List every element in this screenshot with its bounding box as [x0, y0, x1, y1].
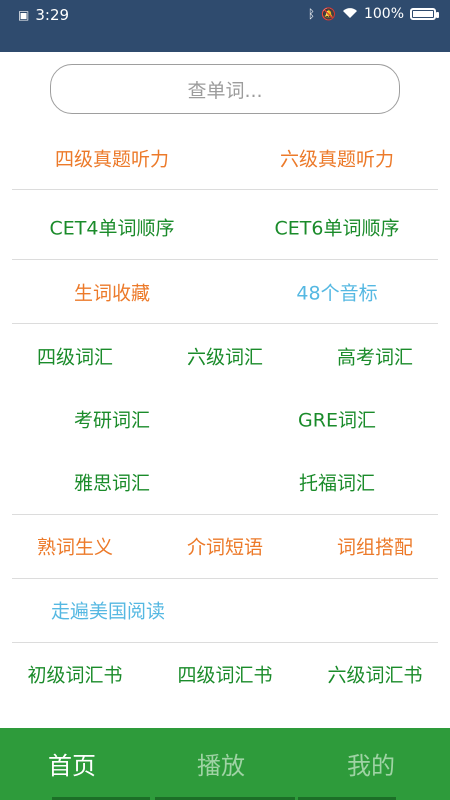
- row-divider: [12, 578, 438, 579]
- status-left: ▣ 3:29: [18, 6, 69, 24]
- menu-item[interactable]: 雅思词汇: [74, 469, 150, 496]
- menu-item[interactable]: 介词短语: [187, 533, 263, 560]
- row-divider: [12, 189, 438, 190]
- menu-item[interactable]: 四级真题听力: [55, 145, 169, 172]
- menu-item[interactable]: 初级词汇书: [27, 661, 122, 688]
- status-time: 3:29: [35, 6, 70, 24]
- search-placeholder: 查单词...: [187, 79, 263, 102]
- menu-item[interactable]: 考研词汇: [74, 406, 150, 433]
- bluetooth-icon: ᛒ: [307, 7, 316, 21]
- row-divider: [12, 514, 438, 515]
- menu-item[interactable]: GRE词汇: [298, 406, 376, 433]
- tab-home[interactable]: 首页: [48, 746, 96, 781]
- row-divider: [12, 323, 438, 324]
- menu-item[interactable]: CET6单词顺序: [275, 214, 400, 241]
- menu-item[interactable]: 六级词汇书: [327, 661, 422, 688]
- menu-item[interactable]: 六级真题听力: [280, 145, 394, 172]
- menu-item[interactable]: 熟词生义: [37, 533, 113, 560]
- menu-item[interactable]: 48个音标: [296, 279, 377, 306]
- tab-mine[interactable]: 我的: [347, 746, 395, 781]
- menu-item[interactable]: 托福词汇: [299, 469, 375, 496]
- wifi-icon: [342, 7, 358, 22]
- tab-play[interactable]: 播放: [197, 746, 245, 781]
- menu-item[interactable]: CET4单词顺序: [50, 214, 175, 241]
- mute-icon: 🔕: [321, 7, 336, 21]
- menu-item[interactable]: 生词收藏: [74, 279, 150, 306]
- bottom-tab-bar: 首页 播放 我的: [0, 728, 450, 800]
- battery-percent: 100%: [363, 6, 404, 22]
- row-divider: [12, 259, 438, 260]
- menu-item[interactable]: 四级词汇: [37, 343, 113, 370]
- row-divider: [12, 642, 438, 643]
- menu-item[interactable]: 高考词汇: [337, 343, 413, 370]
- menu-item[interactable]: 走遍美国阅读: [51, 597, 165, 624]
- battery-icon: [410, 8, 439, 20]
- menu-item[interactable]: 词组搭配: [337, 533, 413, 560]
- notification-icon: ▣: [18, 8, 30, 22]
- menu-item[interactable]: 四级词汇书: [177, 661, 272, 688]
- status-right: ᛒ 🔕 100%: [307, 6, 439, 22]
- status-bar: ▣ 3:29 ᛒ 🔕 100%: [0, 0, 450, 52]
- search-input[interactable]: 查单词...: [50, 64, 400, 114]
- menu-item[interactable]: 六级词汇: [187, 343, 263, 370]
